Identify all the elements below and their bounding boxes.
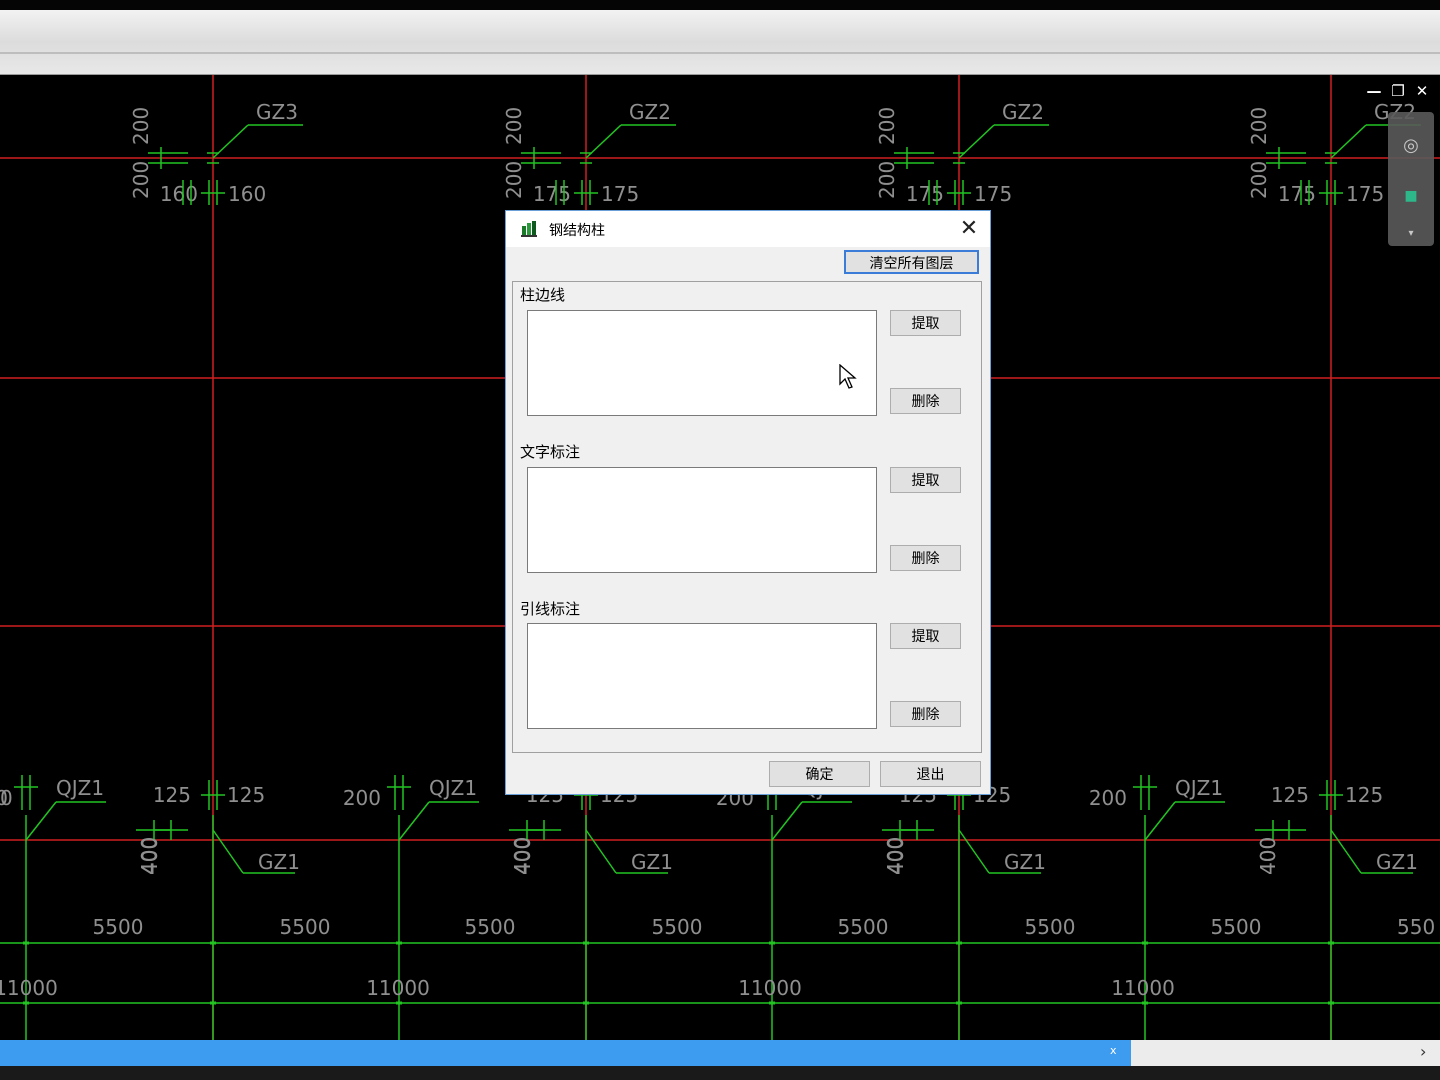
gz-leader bbox=[958, 829, 990, 874]
dim-vertical-label: 400 bbox=[137, 837, 161, 875]
dim-label: 175 bbox=[1278, 182, 1316, 206]
column-edge-list[interactable] bbox=[527, 310, 877, 416]
span-5500-label: 550 bbox=[1397, 915, 1435, 939]
leader-annotation-extract-button[interactable]: 提取 bbox=[890, 623, 961, 649]
close-icon[interactable]: ✕ bbox=[954, 215, 984, 243]
clear-all-layers-button[interactable]: 清空所有图层 bbox=[844, 250, 979, 274]
dim-vertical-label: 200 bbox=[502, 161, 526, 199]
drawing-window-controls: — ❐ ✕ bbox=[1362, 82, 1438, 102]
dim-vertical-label: 200 bbox=[502, 107, 526, 145]
column-tag-label: GZ3 bbox=[256, 100, 298, 124]
dim-vertical-label: 200 bbox=[875, 161, 899, 199]
column-tag-label: GZ2 bbox=[629, 100, 671, 124]
dim-vertical-label: 200 bbox=[1247, 107, 1271, 145]
span-11000-label: 11000 bbox=[1111, 976, 1175, 1000]
ribbon-divider bbox=[0, 52, 1440, 54]
span-5500-label: 5500 bbox=[280, 915, 331, 939]
dim-vertical-label: 400 bbox=[1256, 837, 1280, 875]
dim-vertical-label: 200 bbox=[129, 107, 153, 145]
span-5500-label: 5500 bbox=[93, 915, 144, 939]
command-line-bar[interactable] bbox=[0, 1040, 1131, 1066]
dim-vertical-label: 400 bbox=[883, 837, 907, 875]
navbar-menu-icon[interactable]: ▾ bbox=[1397, 220, 1425, 248]
column-edge-delete-button[interactable]: 删除 bbox=[890, 388, 961, 414]
ribbon-toolbar bbox=[0, 10, 1440, 75]
dim-label: 125 bbox=[1345, 783, 1383, 807]
dim-label: 175 bbox=[974, 182, 1012, 206]
command-close-icon[interactable]: x bbox=[1110, 1044, 1117, 1057]
steel-column-dialog: 钢结构柱 ✕ 清空所有图层 柱边线 提取 删除 文字标注 提取 删除 引线标注 … bbox=[505, 210, 991, 795]
top-edge bbox=[0, 0, 1440, 10]
dim-label: 160 bbox=[228, 182, 266, 206]
pan-icon[interactable]: ■ bbox=[1397, 182, 1425, 210]
text-annotation-label: 文字标注 bbox=[520, 443, 581, 461]
dim-vertical-label: 200 bbox=[1247, 161, 1271, 199]
dim-label: 175 bbox=[601, 182, 639, 206]
bottom-edge bbox=[0, 1066, 1440, 1080]
qjz-tag-label: QJZ1 bbox=[56, 776, 104, 800]
span-11000-label: 11000 bbox=[738, 976, 802, 1000]
gz-leader bbox=[212, 829, 244, 874]
gz-leader bbox=[585, 829, 617, 874]
status-bar: x › bbox=[0, 1040, 1440, 1066]
gz-tag-label: GZ1 bbox=[258, 850, 300, 874]
dim-label: 200 bbox=[1089, 786, 1127, 810]
dim-label: 175 bbox=[1346, 182, 1384, 206]
mouse-cursor-icon bbox=[839, 364, 857, 389]
dim-vertical-label: 200 bbox=[875, 107, 899, 145]
column-tag-label: GZ2 bbox=[1002, 100, 1044, 124]
ok-button[interactable]: 确定 bbox=[769, 761, 870, 787]
dim-label: 0 bbox=[0, 786, 13, 810]
text-annotation-delete-button[interactable]: 删除 bbox=[890, 545, 961, 571]
dialog-title: 钢结构柱 bbox=[549, 223, 605, 239]
span-5500-label: 5500 bbox=[465, 915, 516, 939]
span-11000-label: 11000 bbox=[0, 976, 58, 1000]
gz-leader bbox=[1330, 829, 1362, 874]
dim-label: 125 bbox=[153, 783, 191, 807]
span-5500-label: 5500 bbox=[652, 915, 703, 939]
leader-annotation-label: 引线标注 bbox=[520, 600, 581, 618]
dim-label: 125 bbox=[227, 783, 265, 807]
minimize-icon[interactable]: — bbox=[1362, 82, 1386, 100]
navigation-bar: ◎ ■ ▾ bbox=[1388, 112, 1434, 246]
dim-label: 175 bbox=[533, 182, 571, 206]
qjz-tag-label: QJZ1 bbox=[429, 776, 477, 800]
gz-tag-label: GZ1 bbox=[1004, 850, 1046, 874]
text-annotation-list[interactable] bbox=[527, 467, 877, 573]
dim-label: 125 bbox=[1271, 783, 1309, 807]
span-5500-label: 5500 bbox=[838, 915, 889, 939]
span-5500-label: 5500 bbox=[1211, 915, 1262, 939]
gz-tag-label: GZ1 bbox=[631, 850, 673, 874]
span-5500-label: 5500 bbox=[1025, 915, 1076, 939]
dim-label: 160 bbox=[160, 182, 198, 206]
dim-label: 175 bbox=[906, 182, 944, 206]
dim-vertical-label: 200 bbox=[129, 161, 153, 199]
leader-annotation-delete-button[interactable]: 删除 bbox=[890, 701, 961, 727]
qjz-tag-label: QJZ1 bbox=[1175, 776, 1223, 800]
close-drawing-icon[interactable]: ✕ bbox=[1410, 82, 1434, 100]
restore-icon[interactable]: ❐ bbox=[1386, 82, 1410, 100]
dim-label: 200 bbox=[343, 786, 381, 810]
dialog-titlebar[interactable]: 钢结构柱 ✕ bbox=[506, 211, 990, 247]
dim-vertical-label: 400 bbox=[510, 837, 534, 875]
column-edge-label: 柱边线 bbox=[520, 286, 566, 304]
text-annotation-extract-button[interactable]: 提取 bbox=[890, 467, 961, 493]
span-11000-label: 11000 bbox=[366, 976, 430, 1000]
column-edge-extract-button[interactable]: 提取 bbox=[890, 310, 961, 336]
steering-wheel-icon[interactable]: ◎ bbox=[1397, 132, 1425, 160]
app-icon bbox=[521, 221, 537, 237]
gz-tag-label: GZ1 bbox=[1376, 850, 1418, 874]
exit-button[interactable]: 退出 bbox=[880, 761, 981, 787]
scroll-right-icon[interactable]: › bbox=[1420, 1042, 1426, 1061]
leader-annotation-list[interactable] bbox=[527, 623, 877, 729]
